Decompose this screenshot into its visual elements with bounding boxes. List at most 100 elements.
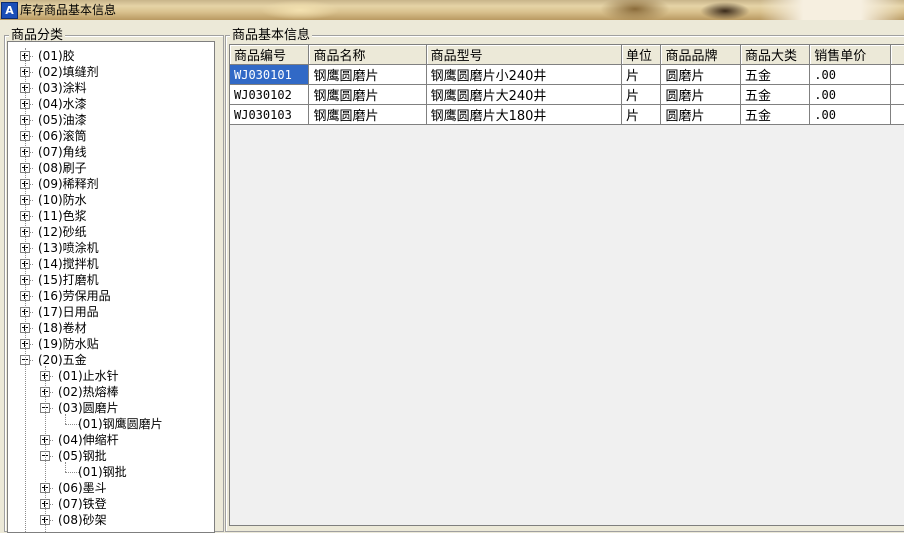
tree-item-label: (01)胶 [38,49,75,63]
table-cell[interactable]: 钢鹰圆磨片大240井 [426,84,622,105]
column-header-filler [890,45,904,65]
tree-item-label: (07)铁登 [58,497,107,511]
tree-item[interactable]: (05)油漆 [8,112,214,128]
tree-item-label: (04)水漆 [38,97,87,111]
tree-item[interactable]: (17)日用品 [8,304,214,320]
tree-item[interactable]: (01)钢批 [8,464,214,480]
tree-connector [65,414,66,424]
tree-item[interactable]: (06)滚筒 [8,128,214,144]
tree-item-label: (19)防水贴 [38,337,99,351]
tree-item-label: (03)圆磨片 [58,401,119,415]
table-cell[interactable]: .00 [809,84,891,105]
tree-connector [45,366,46,532]
tree-item[interactable]: (01)钢鹰圆磨片 [8,416,214,432]
table-cell[interactable]: 钢鹰圆磨片小240井 [426,64,622,85]
tree-item-label: (04)伸缩杆 [58,433,119,447]
tree-item-label: (08)砂架 [58,513,107,527]
table-cell[interactable]: 圆磨片 [660,104,742,125]
tree-item-label: (16)劳保用品 [38,289,111,303]
tree-item[interactable]: (19)防水贴 [8,336,214,352]
tree-item-label: (08)刷子 [38,161,87,175]
table-cell[interactable]: 五金 [740,104,811,125]
table-cell[interactable]: 钢鹰圆磨片 [308,64,427,85]
tree-item-label: (12)砂纸 [38,225,87,239]
column-header[interactable]: 单位 [621,45,662,65]
table-cell-filler [890,84,904,105]
tree-item-label: (13)喷涂机 [38,241,99,255]
column-header[interactable]: 商品编号 [230,45,310,65]
tree-item[interactable]: (05)钢批 [8,448,214,464]
column-header[interactable]: 销售单价 [809,45,891,65]
titlebar-decoration [600,0,670,20]
table-cell[interactable]: 圆磨片 [660,64,742,85]
tree-item-label: (03)涂料 [38,81,87,95]
table-cell[interactable]: 片 [621,104,662,125]
column-header[interactable]: 商品名称 [308,45,427,65]
tree-item[interactable]: (20)五金 [8,352,214,368]
tree-item[interactable]: (01)止水针 [8,368,214,384]
tree-item-label: (02)热熔棒 [58,385,119,399]
tree-item[interactable]: (08)刷子 [8,160,214,176]
tree-item[interactable]: (12)砂纸 [8,224,214,240]
tree-item-label: (17)日用品 [38,305,99,319]
tree-item[interactable]: (06)墨斗 [8,480,214,496]
table-cell[interactable]: 钢鹰圆磨片 [308,84,427,105]
tree-item-label: (01)钢批 [78,465,127,479]
tree-item[interactable]: (04)伸缩杆 [8,432,214,448]
tree-item-label: (18)卷材 [38,321,87,335]
table-cell[interactable]: 片 [621,64,662,85]
column-header[interactable]: 商品品牌 [660,45,742,65]
tree-item-label: (07)角线 [38,145,87,159]
tree-item[interactable]: (07)角线 [8,144,214,160]
tree-item[interactable]: (11)色浆 [8,208,214,224]
table-cell[interactable]: 圆磨片 [660,84,742,105]
tree-item-label: (09)稀释剂 [38,177,99,191]
tree-item[interactable]: (03)圆磨片 [8,400,214,416]
table-cell[interactable]: 钢鹰圆磨片 [308,104,427,125]
table-cell[interactable]: .00 [809,104,891,125]
tree-item[interactable]: (08)砂架 [8,512,214,528]
window-title: 库存商品基本信息 [20,3,117,17]
tree-item[interactable]: (04)水漆 [8,96,214,112]
tree-item-label: (06)墨斗 [58,481,107,495]
table-cell[interactable]: WJ030102 [230,84,310,105]
table-cell[interactable]: .00 [809,64,891,85]
app-icon: A [1,2,18,19]
table-row[interactable]: WJ030102 钢鹰圆磨片 钢鹰圆磨片大240井片圆磨片 五金 .00 [230,84,904,105]
tree-item[interactable]: (02)热熔棒 [8,384,214,400]
tree-item[interactable]: (02)填缝剂 [8,64,214,80]
table-row[interactable]: WJ030101 钢鹰圆磨片 钢鹰圆磨片小240井片圆磨片 五金 .00 [230,64,904,85]
table-row[interactable]: WJ030103 钢鹰圆磨片 钢鹰圆磨片大180井片圆磨片 五金 .00 [230,104,904,125]
product-table: 商品编号 商品名称 商品型号 单位 商品品牌 商品大类 销售单价 WJ030101 钢鹰圆磨片… [230,45,904,125]
table-cell-filler [890,64,904,85]
table-header-row: 商品编号 商品名称 商品型号 单位 商品品牌 商品大类 销售单价 [230,45,904,65]
tree-item-label: (15)打磨机 [38,273,99,287]
tree-item-label: (05)油漆 [38,113,87,127]
tree-item[interactable]: (10)防水 [8,192,214,208]
tree-item[interactable]: (13)喷涂机 [8,240,214,256]
tree-item[interactable]: (16)劳保用品 [8,288,214,304]
tree-item-label: (11)色浆 [38,209,87,223]
table-cell[interactable]: 片 [621,84,662,105]
tree-connector [25,48,26,532]
tree-item[interactable]: (07)铁登 [8,496,214,512]
table-cell[interactable]: 五金 [740,64,811,85]
titlebar-decoration [760,0,904,20]
tree-item[interactable]: (18)卷材 [8,320,214,336]
category-tree[interactable]: (01)胶 (02)填缝剂 (03)涂料 (04)水漆 (05)油漆 (06)滚筒 (07)… [7,41,215,533]
tree-item[interactable]: (15)打磨机 [8,272,214,288]
table-cell[interactable]: WJ030103 [230,104,310,125]
tree-item[interactable]: (03)涂料 [8,80,214,96]
product-grid[interactable]: 商品编号 商品名称 商品型号 单位 商品品牌 商品大类 销售单价 WJ030101 钢鹰圆磨片… [229,44,904,526]
column-header[interactable]: 商品大类 [740,45,811,65]
titlebar-decoration [260,0,340,20]
tree-item[interactable]: (01)胶 [8,48,214,64]
title-bar[interactable]: A 库存商品基本信息 [0,0,904,20]
tree-item-label: (01)止水针 [58,369,119,383]
tree-item[interactable]: (09)稀释剂 [8,176,214,192]
table-cell[interactable]: 钢鹰圆磨片大180井 [426,104,622,125]
column-header[interactable]: 商品型号 [426,45,622,65]
table-cell[interactable]: 五金 [740,84,811,105]
table-cell[interactable]: WJ030101 [230,64,310,85]
tree-item[interactable]: (14)搅拌机 [8,256,214,272]
